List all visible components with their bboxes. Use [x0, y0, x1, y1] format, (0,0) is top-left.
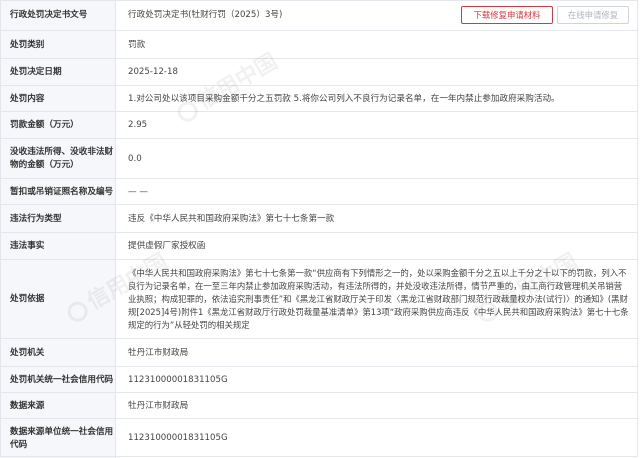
- row-label: 处罚内容: [0, 86, 116, 112]
- penalty-info-table: 行政处罚决定书文号 行政处罚决定书(牡财行罚（2025）3号) 下载修复申请材料…: [0, 0, 640, 458]
- row-label: 处罚机关: [0, 339, 116, 367]
- row-value: 2.95: [128, 120, 148, 130]
- row-label: 暂扣或吊销证照名称及编号: [0, 179, 116, 205]
- row-penalty-authority: 处罚机关 牡丹江市财政局: [0, 338, 638, 367]
- row-label: 处罚机关统一社会信用代码: [0, 367, 116, 393]
- row-penalty-category: 处罚类别 罚款: [0, 30, 638, 59]
- row-value: 牡丹江市财政局: [128, 347, 189, 358]
- online-repair-application-button: 在线申请修复: [557, 6, 629, 24]
- row-violation-facts: 违法事实 提供虚假厂家授权函: [0, 232, 638, 260]
- row-label: 处罚类别: [0, 31, 116, 59]
- row-source-credit-code: 数据来源单位统一社会信用代码 11231000001831105G: [0, 418, 638, 458]
- row-value: 罚款: [128, 39, 146, 50]
- row-label: 罚款金额（万元）: [0, 112, 116, 139]
- download-repair-materials-button[interactable]: 下载修复申请材料: [461, 6, 553, 24]
- row-decision-date: 处罚决定日期 2025-12-18: [0, 58, 638, 86]
- row-label: 处罚决定日期: [0, 59, 116, 86]
- row-authority-credit-code: 处罚机关统一社会信用代码 11231000001831105G: [0, 366, 638, 393]
- row-label: 行政处罚决定书文号: [0, 0, 116, 30]
- row-label: 处罚依据: [0, 260, 116, 339]
- row-data-source: 数据来源 牡丹江市财政局: [0, 392, 638, 419]
- row-value: 1.对公司处以该项目采购金额千分之五罚款 5.将你公司列入不良行为记录名单，在一…: [128, 93, 560, 104]
- row-value: 牡丹江市财政局: [128, 400, 189, 411]
- row-label: 数据来源: [0, 393, 116, 419]
- row-fine-amount: 罚款金额（万元） 2.95: [0, 111, 638, 139]
- row-label: 数据来源单位统一社会信用代码: [0, 419, 116, 458]
- row-value: 违反《中华人民共和国政府采购法》第七十七条第一款: [128, 213, 335, 224]
- row-penalty-basis: 处罚依据 《中华人民共和国政府采购法》第七十七条第一款“供应商有下列情形之一的，…: [0, 259, 638, 339]
- row-value: 2025-12-18: [128, 67, 178, 77]
- row-value: 11231000001831105G: [128, 374, 228, 385]
- row-value: 11231000001831105G: [128, 433, 228, 443]
- row-value: 0.0: [128, 153, 142, 164]
- row-label: 没收违法所得、没收非法财物的金额（万元）: [0, 139, 116, 179]
- row-license-suspension: 暂扣或吊销证照名称及编号 — —: [0, 178, 638, 205]
- row-confiscation-amount: 没收违法所得、没收非法财物的金额（万元） 0.0: [0, 138, 638, 179]
- row-value: 《中华人民共和国政府采购法》第七十七条第一款“供应商有下列情形之一的，处以采购金…: [128, 268, 629, 330]
- row-violation-type: 违法行为类型 违反《中华人民共和国政府采购法》第七十七条第一款: [0, 204, 638, 233]
- row-label: 违法行为类型: [0, 205, 116, 233]
- row-value: 提供虚假厂家授权函: [128, 241, 206, 251]
- row-value: — —: [128, 186, 148, 197]
- row-penalty-content: 处罚内容 1.对公司处以该项目采购金额千分之五罚款 5.将你公司列入不良行为记录…: [0, 85, 638, 112]
- row-label: 违法事实: [0, 233, 116, 260]
